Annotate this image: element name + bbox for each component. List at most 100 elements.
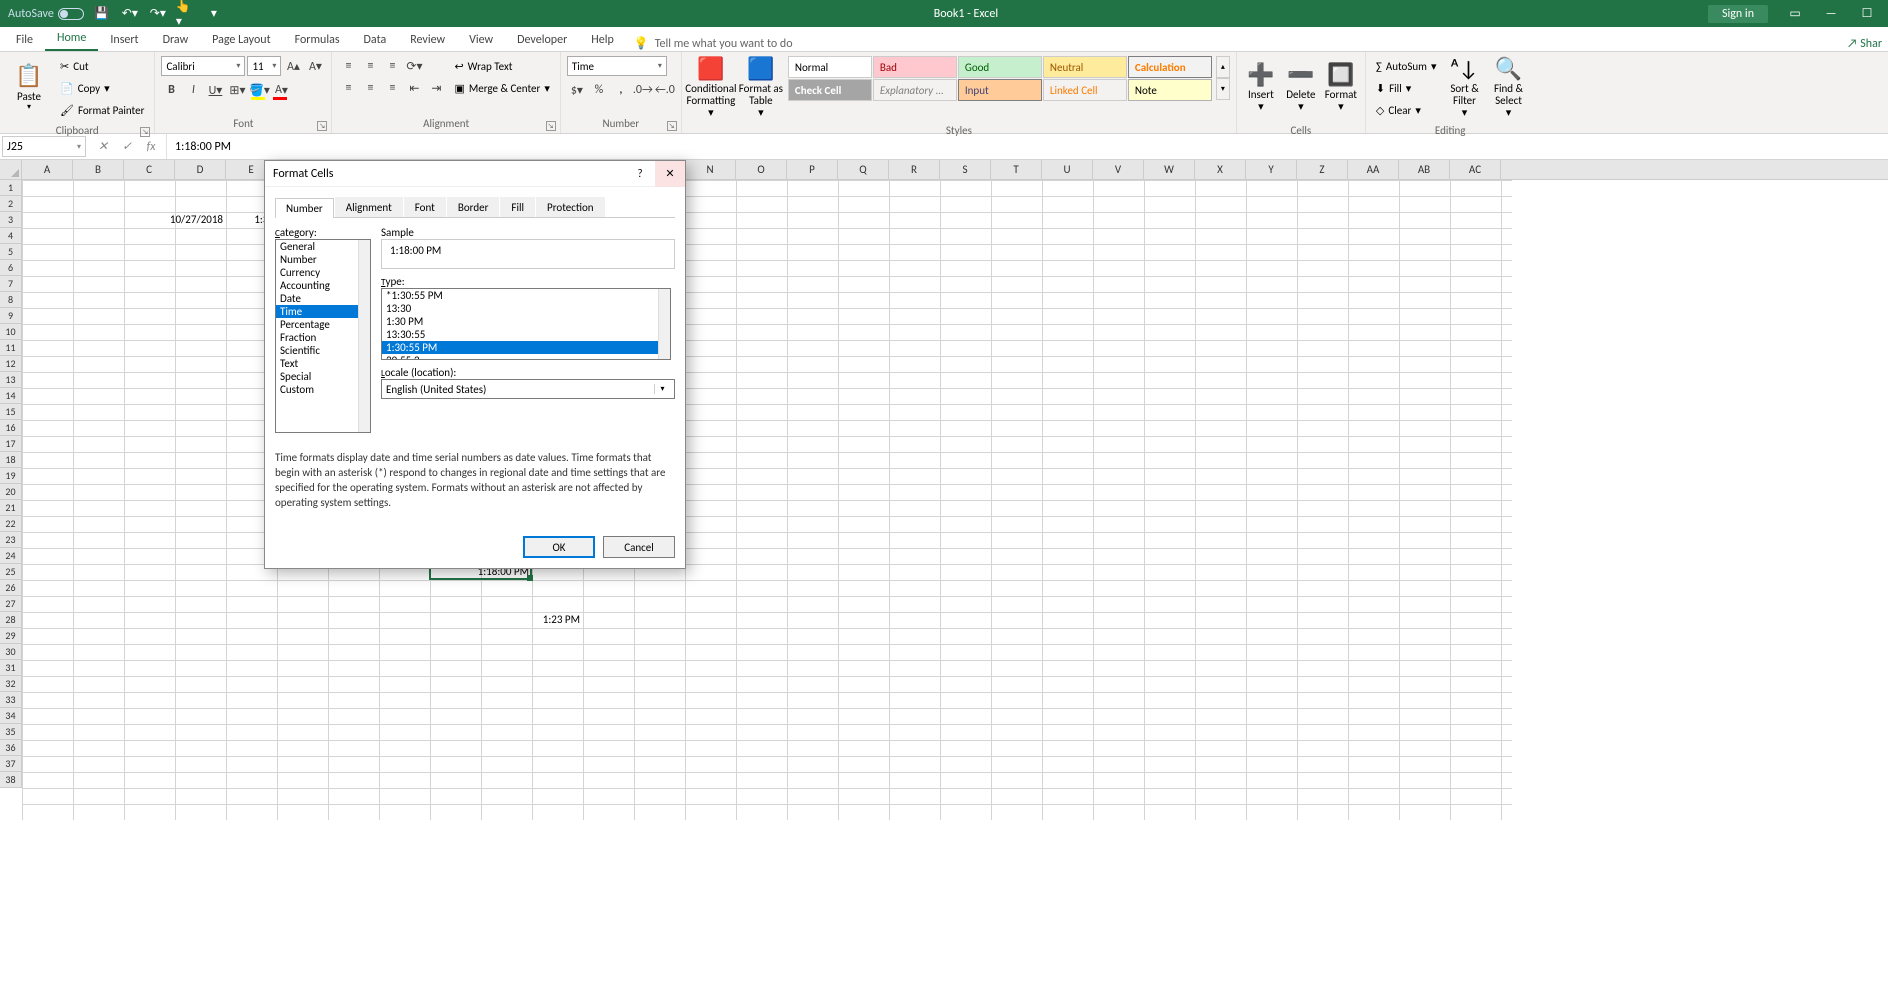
column-header[interactable]: S [940,160,991,179]
orientation-icon[interactable]: ⟳▾ [404,56,424,76]
align-left-icon[interactable]: ≡ [338,78,358,98]
category-item[interactable]: Percentage [276,318,370,331]
cancel-formula-icon[interactable]: ✕ [92,137,114,157]
find-select-button[interactable]: 🔍Find & Select▾ [1489,56,1529,120]
clipboard-launcher[interactable]: ↘ [140,127,150,137]
type-listbox[interactable]: *1:30:55 PM13:301:30 PM13:30:551:30:55 P… [381,288,671,360]
column-header[interactable]: V [1093,160,1144,179]
row-header[interactable]: 4 [0,228,22,244]
row-header[interactable]: 21 [0,500,22,516]
category-item[interactable]: Time [276,305,370,318]
tab-insert[interactable]: Insert [98,29,150,51]
align-middle-icon[interactable]: ≡ [360,56,380,76]
autosave-toggle[interactable]: AutoSave [8,7,84,21]
row-header[interactable]: 38 [0,772,22,788]
category-item[interactable]: Currency [276,266,370,279]
decrease-decimal-icon[interactable]: ←.0 [655,80,675,100]
row-header[interactable]: 26 [0,580,22,596]
cell-value[interactable]: 10/27/2018 [124,212,226,228]
row-header[interactable]: 11 [0,340,22,356]
row-header[interactable]: 22 [0,516,22,532]
row-header[interactable]: 19 [0,468,22,484]
bold-button[interactable]: B [161,80,181,100]
row-header[interactable]: 37 [0,756,22,772]
style-check-cell[interactable]: Check Cell [788,79,872,101]
percent-format-icon[interactable]: % [589,80,609,100]
font-color-button[interactable]: A▾ [271,80,291,100]
row-header[interactable]: 16 [0,420,22,436]
insert-cells-button[interactable]: ➕Insert▾ [1243,56,1279,120]
touch-mode-icon[interactable]: 👆▾ [176,4,196,24]
row-header[interactable]: 20 [0,484,22,500]
borders-button[interactable]: ⊞▾ [227,80,247,100]
row-header[interactable]: 15 [0,404,22,420]
column-header[interactable]: W [1144,160,1195,179]
row-header[interactable]: 3 [0,212,22,228]
style-neutral[interactable]: Neutral [1043,56,1127,78]
column-header[interactable]: U [1042,160,1093,179]
dialog-tab-font[interactable]: Font [404,197,446,217]
cell-styles-gallery[interactable]: Normal Bad Good Neutral Calculation Chec… [788,56,1212,101]
paste-button[interactable]: 📋 Paste▾ [6,56,52,120]
column-header[interactable]: N [685,160,736,179]
dialog-tab-protection[interactable]: Protection [536,197,605,217]
tab-draw[interactable]: Draw [151,29,201,51]
row-header[interactable]: 36 [0,740,22,756]
row-header[interactable]: 6 [0,260,22,276]
redo-icon[interactable]: ↷▾ [148,4,168,24]
type-item[interactable]: 13:30:55 [382,328,670,341]
name-box[interactable]: J25 [2,136,86,157]
type-item[interactable]: 1:30 PM [382,315,670,328]
shrink-font-icon[interactable]: A▾ [305,56,325,76]
row-header[interactable]: 17 [0,436,22,452]
style-note[interactable]: Note [1128,79,1212,101]
select-all-button[interactable] [0,160,22,179]
column-header[interactable]: X [1195,160,1246,179]
row-header[interactable]: 2 [0,196,22,212]
column-header[interactable]: Q [838,160,889,179]
row-header[interactable]: 31 [0,660,22,676]
enter-formula-icon[interactable]: ✓ [116,137,138,157]
dialog-close-icon[interactable]: ✕ [655,161,685,187]
category-item[interactable]: Special [276,370,370,383]
dialog-tab-alignment[interactable]: Alignment [335,197,403,217]
tab-review[interactable]: Review [398,29,457,51]
accounting-format-icon[interactable]: $▾ [567,80,587,100]
column-header[interactable]: P [787,160,838,179]
tab-help[interactable]: Help [579,29,626,51]
row-header[interactable]: 12 [0,356,22,372]
format-as-table-button[interactable]: 🟦Format as Table▾ [738,56,784,120]
row-header[interactable]: 1 [0,180,22,196]
dialog-tab-number[interactable]: Number [275,198,334,218]
column-header[interactable]: B [73,160,124,179]
tell-me-search[interactable]: 💡 Tell me what you want to do [634,36,793,51]
style-explanatory[interactable]: Explanatory ... [873,79,957,101]
tab-data[interactable]: Data [352,29,399,51]
row-header[interactable]: 7 [0,276,22,292]
type-item[interactable]: *1:30:55 PM [382,289,670,302]
row-header[interactable]: 13 [0,372,22,388]
row-header[interactable]: 28 [0,612,22,628]
category-listbox[interactable]: GeneralNumberCurrencyAccountingDateTimeP… [275,239,371,433]
tab-home[interactable]: Home [45,27,98,51]
autosum-button[interactable]: ∑AutoSum ▾ [1372,56,1441,76]
row-header[interactable]: 35 [0,724,22,740]
column-header[interactable]: A [22,160,73,179]
merge-center-button[interactable]: ▣Merge & Center ▾ [450,78,553,98]
category-item[interactable]: Accounting [276,279,370,292]
qat-customize-icon[interactable]: ▾ [204,4,224,24]
alignment-launcher[interactable]: ↘ [546,121,556,131]
category-item[interactable]: Custom [276,383,370,396]
decrease-indent-icon[interactable]: ⇤ [404,78,424,98]
category-item[interactable]: Text [276,357,370,370]
style-linked-cell[interactable]: Linked Cell [1043,79,1127,101]
italic-button[interactable]: I [183,80,203,100]
row-header[interactable]: 5 [0,244,22,260]
category-item[interactable]: Scientific [276,344,370,357]
styles-scroll-up[interactable]: ▴ [1216,56,1230,78]
row-header[interactable]: 25 [0,564,22,580]
sort-filter-button[interactable]: ᴬ↓Sort & Filter▾ [1445,56,1485,120]
font-name-combo[interactable]: Calibri▾ [161,56,245,76]
maximize-icon[interactable]: ☐ [1850,2,1884,26]
column-header[interactable]: C [124,160,175,179]
